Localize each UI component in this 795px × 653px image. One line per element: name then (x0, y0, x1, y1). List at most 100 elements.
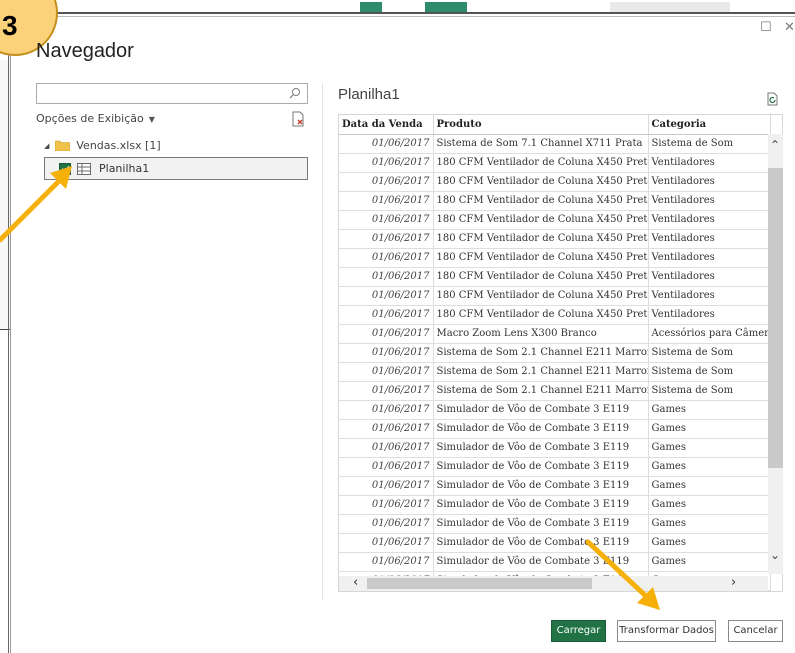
table-cell: Simulador de Vôo de Combate 3 E119 (433, 438, 649, 458)
table-cell: 01/06/2017 (339, 495, 434, 515)
transform-data-button[interactable]: Transformar Dados (617, 620, 716, 642)
table-cell: 01/06/2017 (339, 343, 434, 363)
table-cell: Ventiladores (648, 210, 771, 230)
preview-title: Planilha1 (338, 86, 400, 103)
table-cell: 01/06/2017 (339, 267, 434, 287)
tree-node-sheet[interactable]: Planilha1 (44, 157, 308, 180)
table-cell: Ventiladores (648, 153, 771, 173)
horizontal-scrollbar[interactable]: ‹ › (339, 575, 768, 591)
sheet-node-label: Planilha1 (99, 162, 150, 175)
vertical-scrollbar[interactable]: ⌃ ⌄ (768, 134, 783, 574)
refresh-preview-icon[interactable] (766, 92, 780, 106)
table-cell: Games (648, 476, 771, 496)
expand-triangle-icon[interactable]: ◢ (44, 142, 49, 150)
table-cell: 01/06/2017 (339, 324, 434, 344)
table-row: 01/06/2017 180 CFM Ventilador de Coluna X… (339, 248, 771, 268)
table-cell: 180 CFM Ventilador de Coluna X450 Preto (433, 305, 649, 325)
table-cell: Simulador de Vôo de Combate 3 E119 (433, 457, 649, 477)
table-row: 01/06/2017Simulador de Vôo de Combate 3 … (339, 533, 771, 553)
table-cell: 01/06/2017 (339, 172, 434, 192)
table-cell: 01/06/2017 (339, 191, 434, 211)
display-options-dropdown[interactable]: Opções de Exibição ▼ (36, 112, 155, 125)
table-cell: 01/06/2017 (339, 362, 434, 382)
file-node-label: Vendas.xlsx [1] (76, 139, 161, 152)
folder-icon (55, 140, 71, 151)
table-cell: Simulador de Vôo de Combate 3 E119 (433, 419, 649, 439)
refresh-icon[interactable] (290, 111, 306, 127)
table-cell: Games (648, 552, 771, 572)
column-header[interactable]: Produto (433, 115, 649, 135)
preview-table: Data da Venda Produto Categoria 01/06/2017… (338, 114, 783, 592)
column-header[interactable]: Data da Venda (339, 115, 434, 135)
table-cell: 01/06/2017 (339, 248, 434, 268)
dialog-title: Navegador (36, 40, 134, 62)
table-row: 01/06/2017Simulador de Vôo de Combate 3 … (339, 495, 771, 515)
load-button[interactable]: Carregar (551, 620, 606, 642)
table-row: 01/06/2017 Sistema de Som 2.1 Channel E21… (339, 362, 771, 382)
close-icon[interactable]: ✕ (784, 20, 795, 35)
vertical-scroll-thumb[interactable] (768, 168, 783, 468)
table-cell: Simulador de Vôo de Combate 3 E119 (433, 533, 649, 553)
table-cell: 01/06/2017 (339, 552, 434, 572)
search-input[interactable] (36, 83, 308, 104)
table-cell: Games (648, 495, 771, 515)
table-cell: 01/06/2017 (339, 210, 434, 230)
table-cell: Simulador de Vôo de Combate 3 E119 (433, 514, 649, 534)
cancel-button[interactable]: Cancelar (728, 620, 783, 642)
table-cell: Sistema de Som 2.1 Channel E211 Marrom (433, 362, 649, 382)
table-cell: Sistema de Som (648, 134, 771, 154)
table-cell: 01/06/2017 (339, 419, 434, 439)
scroll-left-icon[interactable]: ‹ (353, 575, 358, 590)
table-cell: 01/06/2017 (339, 438, 434, 458)
table-row: 01/06/2017 180 CFM Ventilador de Coluna X… (339, 153, 771, 173)
table-cell: Sistema de Som (648, 381, 771, 401)
table-row: 01/06/2017Simulador de Vôo de Combate 3 … (339, 514, 771, 534)
table-row: 01/06/2017 Sistema de Som 2.1 Channel E21… (339, 343, 771, 363)
search-icon[interactable] (289, 87, 301, 99)
table-cell: 01/06/2017 (339, 533, 434, 553)
table-cell: Games (648, 514, 771, 534)
table-cell: Games (648, 438, 771, 458)
table-cell: Acessórios para Câmeras (648, 324, 771, 344)
table-cell: Sistema de Som 2.1 Channel E211 Marrom (433, 343, 649, 363)
table-cell: Sistema de Som 2.1 Channel E211 Marrom (433, 381, 649, 401)
scroll-right-icon[interactable]: › (731, 575, 736, 590)
table-cell: 180 CFM Ventilador de Coluna X450 Preto (433, 286, 649, 306)
sheet-checkbox[interactable] (59, 162, 71, 175)
chevron-down-icon: ▼ (148, 115, 155, 124)
scroll-down-icon[interactable]: ⌄ (770, 548, 780, 562)
table-cell: 01/06/2017 (339, 134, 434, 154)
table-cell: 01/06/2017 (339, 400, 434, 420)
table-cell: Ventiladores (648, 191, 771, 211)
table-cell: Games (648, 533, 771, 553)
table-row: 01/06/2017 Sistema de Som 7.1 Channel X71… (339, 134, 771, 154)
table-cell: Games (648, 457, 771, 477)
table-cell: 01/06/2017 (339, 457, 434, 477)
column-header[interactable]: Categoria (648, 115, 771, 135)
tree-node-file[interactable]: ◢ Vendas.xlsx [1] (44, 139, 161, 152)
table-row: 01/06/2017Simulador de Vôo de Combate 3 … (339, 438, 771, 458)
maximize-icon[interactable]: ☐ (760, 20, 772, 35)
table-cell: Games (648, 400, 771, 420)
table-cell: Simulador de Vôo de Combate 3 E119 (433, 476, 649, 496)
table-cell: 180 CFM Ventilador de Coluna X450 Preto (433, 153, 649, 173)
horizontal-scroll-thumb[interactable] (367, 578, 592, 589)
table-icon (77, 162, 91, 175)
table-cell: Sistema de Som 7.1 Channel X711 Prata (433, 134, 649, 154)
table-cell: 180 CFM Ventilador de Coluna X450 Preto (433, 210, 649, 230)
scroll-up-icon[interactable]: ⌃ (770, 138, 780, 152)
table-cell: 180 CFM Ventilador de Coluna X450 Preto (433, 248, 649, 268)
display-options-label: Opções de Exibição (36, 112, 144, 125)
table-cell: Ventiladores (648, 172, 771, 192)
background-window-edge (8, 0, 9, 653)
table-header-row: Data da Venda Produto Categoria (339, 115, 771, 135)
table-cell: Simulador de Vôo de Combate 3 E119 (433, 400, 649, 420)
table-row: 01/06/2017 180 CFM Ventilador de Coluna X… (339, 229, 771, 249)
table-cell: 01/06/2017 (339, 305, 434, 325)
table-cell: 01/06/2017 (339, 153, 434, 173)
table-cell: 01/06/2017 (339, 381, 434, 401)
checkmark-icon (60, 165, 70, 173)
table-cell: 180 CFM Ventilador de Coluna X450 Preto (433, 267, 649, 287)
table-cell: 180 CFM Ventilador de Coluna X450 Preto (433, 229, 649, 249)
table-cell: Ventiladores (648, 248, 771, 268)
